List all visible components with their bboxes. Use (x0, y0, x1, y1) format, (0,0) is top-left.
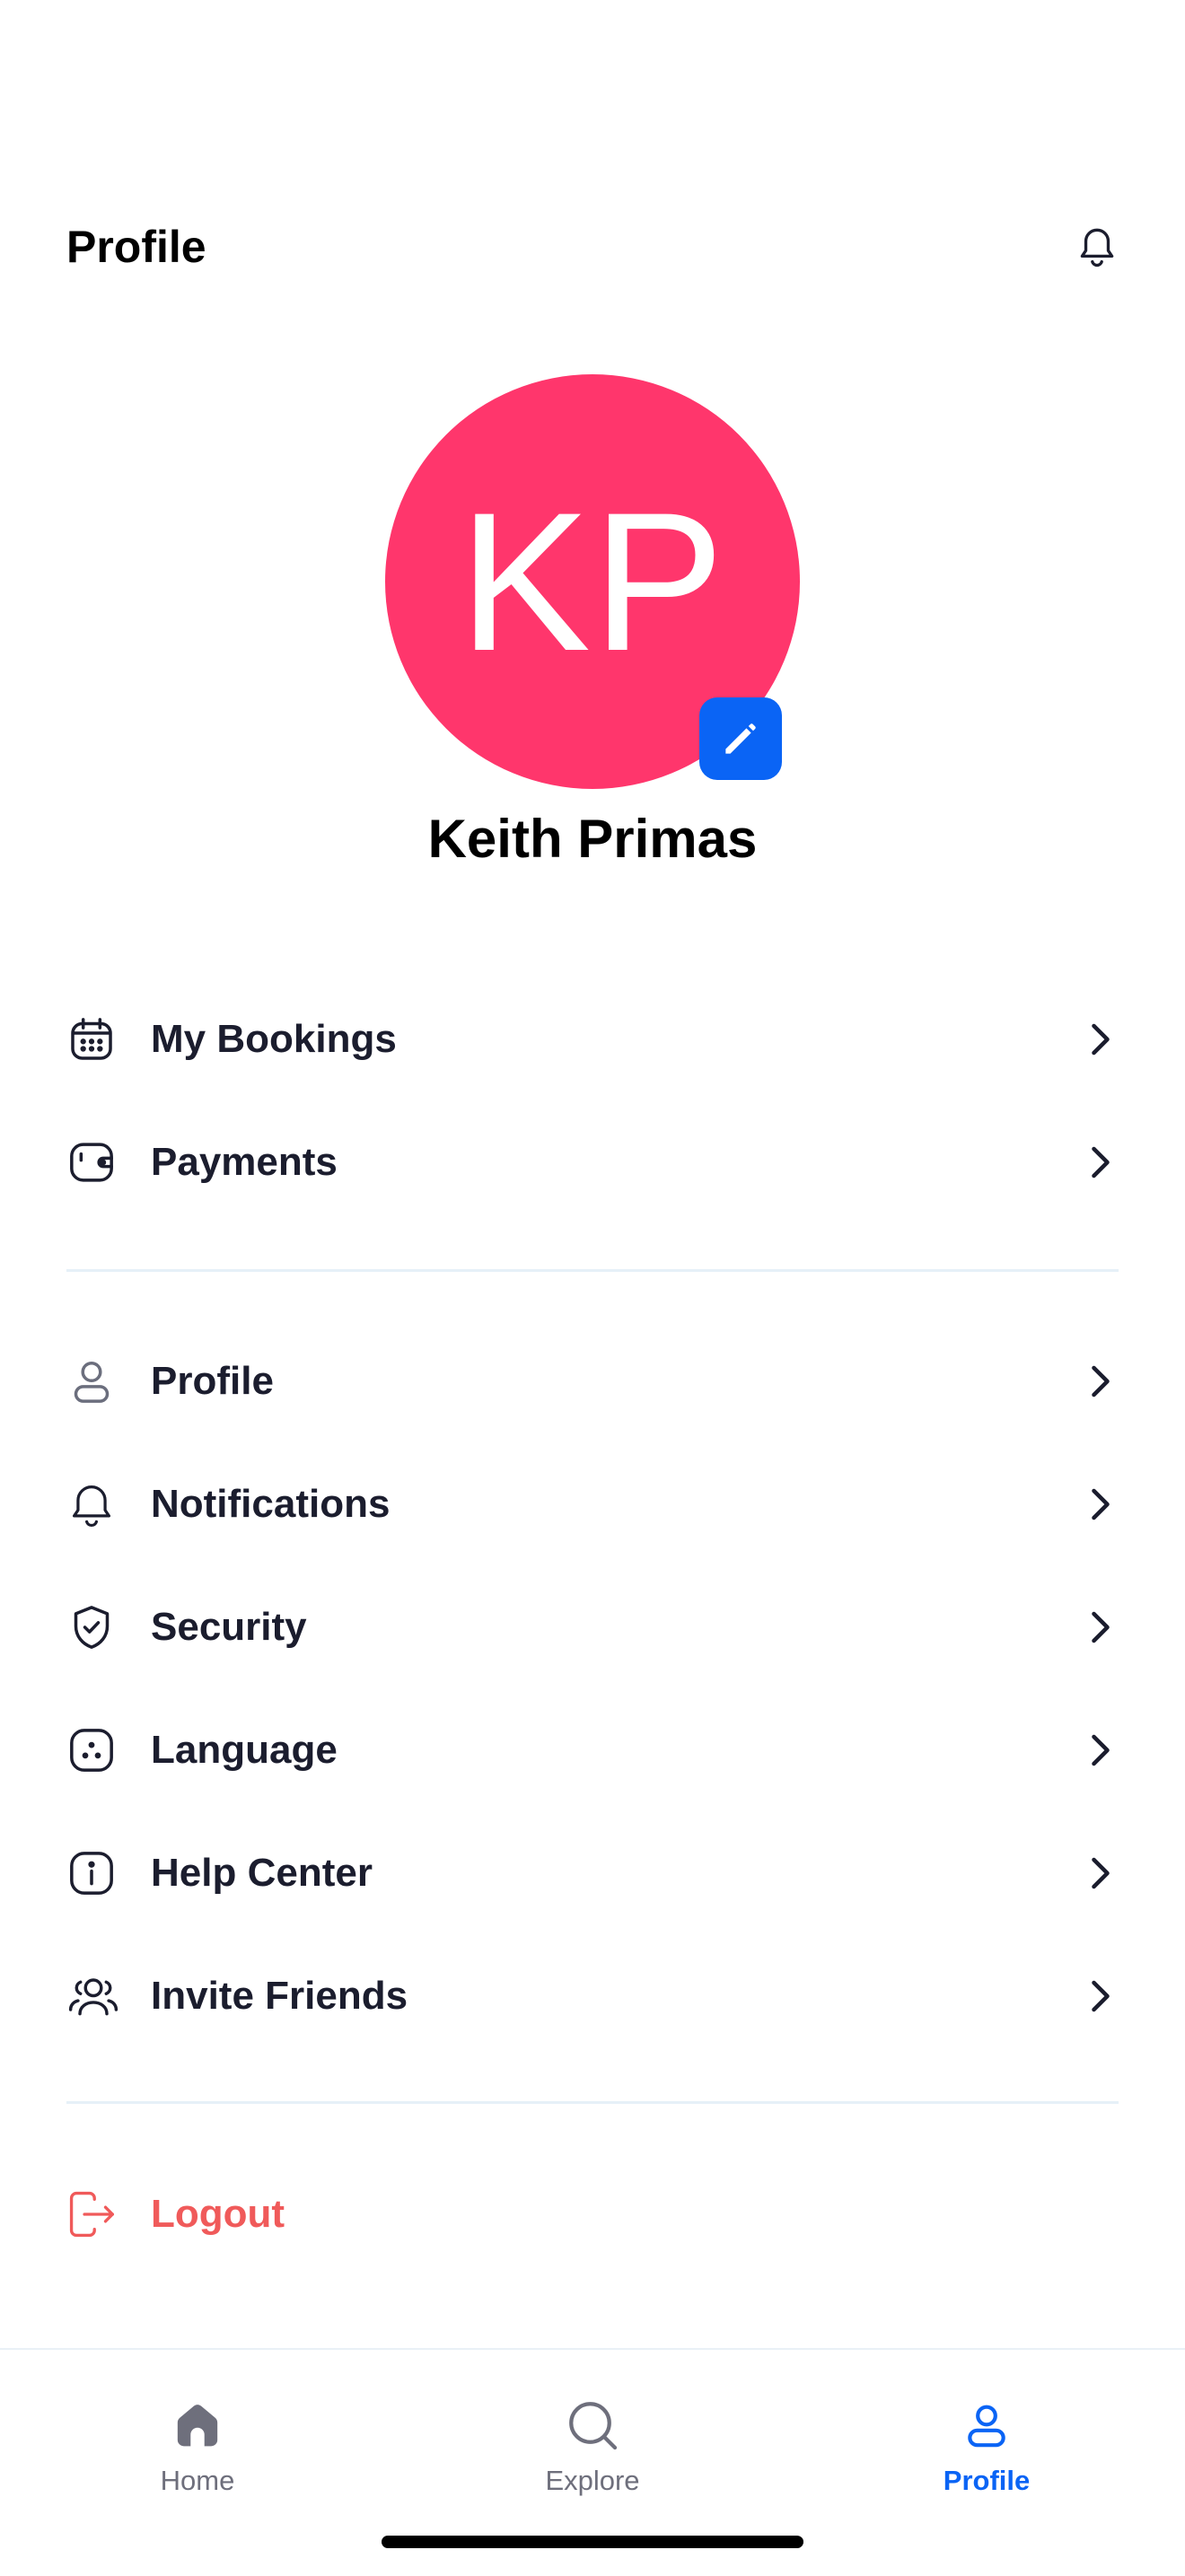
header: Profile (66, 206, 1119, 287)
chevron-right-icon (1092, 1146, 1110, 1178)
section-divider (66, 2101, 1119, 2104)
chevron-right-icon (1092, 1488, 1110, 1520)
language-icon (70, 1728, 113, 1772)
logout-button[interactable]: Logout (66, 2152, 285, 2275)
menu-item-label: Security (151, 1604, 307, 1649)
chevron-right-icon (1092, 1365, 1110, 1397)
menu-item-label: Language (151, 1727, 338, 1772)
logout-icon (69, 2191, 114, 2237)
menu-item-label: My Bookings (151, 1016, 397, 1061)
menu-item-label: Payments (151, 1139, 338, 1184)
tab-label: Explore (545, 2465, 640, 2496)
shield-check-icon (74, 1605, 110, 1649)
edit-avatar-button[interactable] (699, 697, 782, 780)
primary-menu: My Bookings Payments (66, 977, 1119, 1223)
wallet-icon (70, 1142, 113, 1182)
pencil-icon (725, 723, 756, 754)
logout-label: Logout (151, 2191, 285, 2236)
home-icon (177, 2405, 218, 2447)
user-name: Keith Primas (427, 809, 758, 869)
search-icon (569, 2402, 618, 2450)
bell-icon (73, 1485, 110, 1527)
chevron-right-icon (1092, 1611, 1110, 1643)
menu-item-security[interactable]: Security (66, 1565, 1119, 1688)
menu-item-label: Help Center (151, 1850, 373, 1895)
tab-label: Home (160, 2465, 235, 2496)
chevron-right-icon (1092, 1734, 1110, 1766)
settings-menu: Profile Notifications Security Language … (66, 1319, 1119, 2057)
menu-item-notifications[interactable]: Notifications (66, 1442, 1119, 1565)
tab-profile[interactable]: Profile (897, 2396, 1076, 2497)
user-icon (74, 1361, 110, 1403)
menu-item-invite-friends[interactable]: Invite Friends (66, 1934, 1119, 2057)
menu-item-profile[interactable]: Profile (66, 1319, 1119, 1442)
menu-item-language[interactable]: Language (66, 1688, 1119, 1811)
notifications-button[interactable] (1070, 220, 1124, 274)
section-divider (66, 1269, 1119, 1272)
menu-item-label: Profile (151, 1358, 274, 1403)
menu-item-label: Notifications (151, 1481, 391, 1526)
chevron-right-icon (1092, 1857, 1110, 1888)
chevron-right-icon (1092, 1980, 1110, 2011)
page-title: Profile (66, 222, 206, 272)
calendar-icon (71, 1017, 112, 1060)
menu-item-my-bookings[interactable]: My Bookings (66, 977, 1119, 1100)
info-icon (70, 1851, 113, 1895)
menu-item-payments[interactable]: Payments (66, 1100, 1119, 1223)
tab-label: Profile (943, 2465, 1031, 2496)
home-indicator (382, 2536, 803, 2548)
user-icon (968, 2405, 1005, 2448)
chevron-right-icon (1092, 1023, 1110, 1055)
tab-home[interactable]: Home (108, 2396, 287, 2497)
menu-item-label: Invite Friends (151, 1973, 408, 2018)
avatar-container: KP (385, 374, 800, 789)
users-icon (68, 1977, 118, 2015)
tab-explore[interactable]: Explore (503, 2396, 682, 2497)
bell-icon (1080, 228, 1114, 267)
menu-item-help-center[interactable]: Help Center (66, 1811, 1119, 1934)
